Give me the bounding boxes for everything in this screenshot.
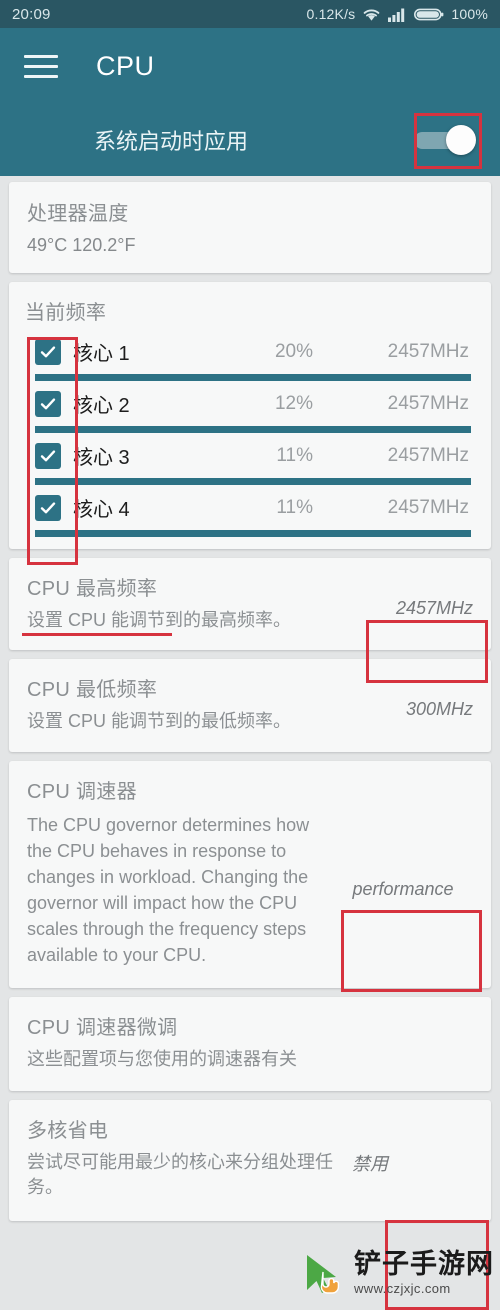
core-checkbox[interactable] [35,442,61,469]
cpu-temperature-value: 49°C 120.2°F [27,235,136,255]
apply-on-boot-row[interactable]: 系统启动时应用 [0,104,500,176]
cpu-governor-description: The CPU governor determines how the CPU … [27,814,310,966]
core-frequency: 2457MHz [387,496,469,518]
hamburger-bar [24,74,58,78]
card-cpu-governor-tuning[interactable]: CPU 调速器微调 这些配置项与您使用的调速器有关 [9,997,491,1092]
cpu-temperature-title: 处理器温度 [27,203,129,225]
battery-percent-text: 100% [451,6,488,22]
core-usage-bar [35,374,471,381]
core-percent: 11% [276,496,313,518]
core-row[interactable]: 核心 3 11% 2457MHz [25,433,475,478]
cpu-max-frequency-value[interactable]: 2457MHz [396,598,473,619]
cpu-governor-title: CPU 调速器 [27,780,137,803]
cpu-min-frequency-title: CPU 最低频率 [27,679,158,702]
cpu-min-frequency-description: 设置 CPU 能调节到的最低频率。 [27,711,292,732]
card-cpu-governor[interactable]: CPU 调速器 The CPU governor determines how … [9,760,491,989]
card-current-frequency[interactable]: 当前频率 核心 1 20% 2457MHz 核心 2 12% 2457MHz 核… [9,282,491,549]
watermark-site-name: 铲子手游网 [354,1249,494,1280]
status-bar-indicators: 0.12K/s 100% [307,6,489,22]
core-usage-bar [35,530,471,537]
hamburger-bar [24,54,58,58]
core-row[interactable]: 核心 2 12% 2457MHz [25,381,475,426]
status-bar-clock: 20:09 [12,5,51,23]
watermark-site-url: www.czjxjc.com [354,1281,451,1296]
signal-bars-icon [388,7,407,22]
core-usage-bar [35,478,471,485]
core-label: 核心 1 [73,343,130,365]
network-speed-text: 0.12K/s [306,6,356,22]
battery-icon [414,7,444,22]
cpu-governor-tuning-title: CPU 调速器微调 [27,1017,178,1040]
core-frequency: 2457MHz [387,392,469,414]
site-watermark: 铲子手游网 www.czjxjc.com [301,1250,494,1296]
card-cpu-min-frequency[interactable]: CPU 最低频率 设置 CPU 能调节到的最低频率。 300MHz [9,659,491,752]
card-multicore-power-save[interactable]: 多核省电 尝试尽可能用最少的核心来分组处理任务。 禁用 [9,1100,491,1222]
core-checkbox[interactable] [35,494,61,521]
core-percent: 20% [274,340,313,362]
toggle-thumb [446,125,476,155]
hamburger-menu-icon[interactable] [20,45,62,87]
cpu-min-frequency-value[interactable]: 300MHz [406,699,473,720]
status-bar: 20:09 0.12K/s 100% [0,0,500,28]
apply-on-boot-toggle[interactable] [414,123,478,157]
core-row[interactable]: 核心 4 11% 2457MHz [25,485,475,530]
app-bar: CPU [0,28,500,104]
cpu-governor-value[interactable]: performance [352,879,453,900]
card-cpu-max-frequency[interactable]: CPU 最高频率 设置 CPU 能调节到的最高频率。 2457MHz [9,558,491,651]
multicore-power-save-title: 多核省电 [27,1120,109,1143]
core-usage-bar [35,426,471,433]
cpu-max-frequency-description: 设置 CPU 能调节到的最高频率。 [27,610,292,630]
core-checkbox[interactable] [35,390,61,417]
cursor-logo-icon [301,1250,347,1296]
core-frequency: 2457MHz [387,444,469,466]
card-cpu-temperature[interactable]: 处理器温度 49°C 120.2°F [9,182,491,273]
cpu-max-frequency-title: CPU 最高频率 [27,578,158,600]
page-title: CPU [96,50,155,81]
core-checkbox[interactable] [35,338,61,365]
core-percent: 11% [276,444,313,466]
core-label: 核心 3 [73,447,130,469]
wifi-icon [362,7,381,22]
current-frequency-title: 当前频率 [25,302,107,324]
core-frequency: 2457MHz [387,340,469,362]
multicore-power-save-value[interactable]: 禁用 [352,1150,388,1176]
settings-scroll-list[interactable]: 处理器温度 49°C 120.2°F 当前频率 核心 1 20% 2457MHz… [0,176,500,1222]
core-label: 核心 2 [73,395,130,417]
core-label: 核心 4 [73,499,130,521]
apply-on-boot-label: 系统启动时应用 [94,129,249,154]
hamburger-bar [24,64,58,68]
cpu-governor-tuning-description: 这些配置项与您使用的调速器有关 [27,1049,297,1070]
core-percent: 12% [274,392,313,414]
core-row[interactable]: 核心 1 20% 2457MHz [25,329,475,374]
multicore-power-save-description: 尝试尽可能用最少的核心来分组处理任务。 [27,1152,333,1197]
